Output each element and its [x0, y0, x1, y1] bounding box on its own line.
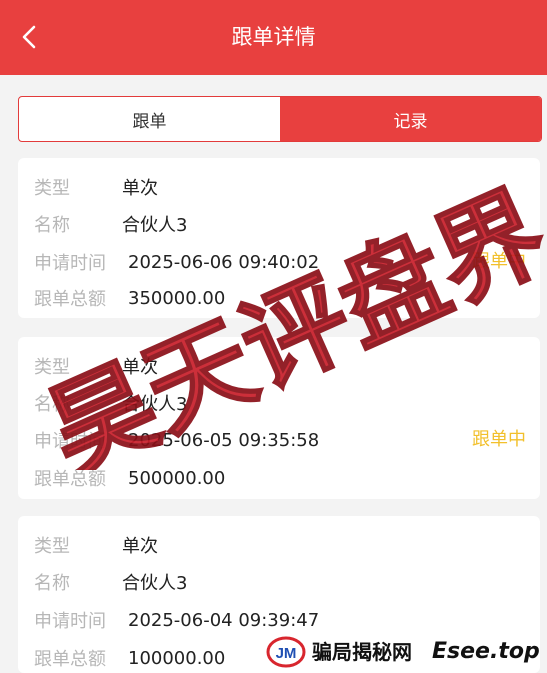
- type-value: 单次: [122, 357, 158, 378]
- amount-value: 500000.00: [128, 467, 226, 489]
- type-label: 类型: [34, 536, 70, 557]
- name-label: 名称: [34, 394, 70, 415]
- record-card[interactable]: 类型 单次 名称 合伙人3 申请时间 2025-06-05 09:35:58 跟单总额…: [18, 337, 540, 499]
- amount-label: 跟单总额: [34, 469, 106, 490]
- time-label: 申请时间: [34, 253, 106, 274]
- jm-logo-icon: JM: [266, 636, 306, 668]
- amount-label: 跟单总额: [34, 289, 106, 310]
- tab-bar: 跟单 记录: [18, 96, 542, 142]
- name-label: 名称: [34, 215, 70, 236]
- name-value: 合伙人3: [122, 215, 188, 236]
- time-label: 申请时间: [34, 431, 106, 452]
- type-label: 类型: [34, 178, 70, 199]
- footer-text: 骗局揭秘网: [312, 640, 412, 664]
- amount-value: 350000.00: [128, 287, 226, 309]
- time-value: 2025-06-04 09:39:47: [128, 609, 320, 631]
- amount-value: 100000.00: [128, 647, 226, 669]
- time-value: 2025-06-05 09:35:58: [128, 429, 320, 451]
- name-value: 合伙人3: [122, 573, 188, 594]
- status-badge: 跟单中: [472, 429, 526, 450]
- tab-follow[interactable]: 跟单: [19, 97, 280, 141]
- tab-records[interactable]: 记录: [280, 97, 541, 141]
- amount-label: 跟单总额: [34, 649, 106, 670]
- type-label: 类型: [34, 357, 70, 378]
- footer-site[interactable]: Esee.top: [432, 636, 540, 668]
- type-value: 单次: [122, 536, 158, 557]
- record-card[interactable]: 类型 单次 名称 合伙人3 申请时间 2025-06-06 09:40:02 跟单总额…: [18, 158, 540, 318]
- status-badge: 跟单中: [472, 251, 526, 272]
- time-label: 申请时间: [34, 611, 106, 632]
- type-value: 单次: [122, 178, 158, 199]
- page-title: 跟单详情: [231, 25, 316, 49]
- svg-text:JM: JM: [276, 645, 297, 662]
- name-value: 合伙人3: [122, 394, 188, 415]
- time-value: 2025-06-06 09:40:02: [128, 251, 320, 273]
- name-label: 名称: [34, 573, 70, 594]
- app-header: 跟单详情: [0, 0, 547, 75]
